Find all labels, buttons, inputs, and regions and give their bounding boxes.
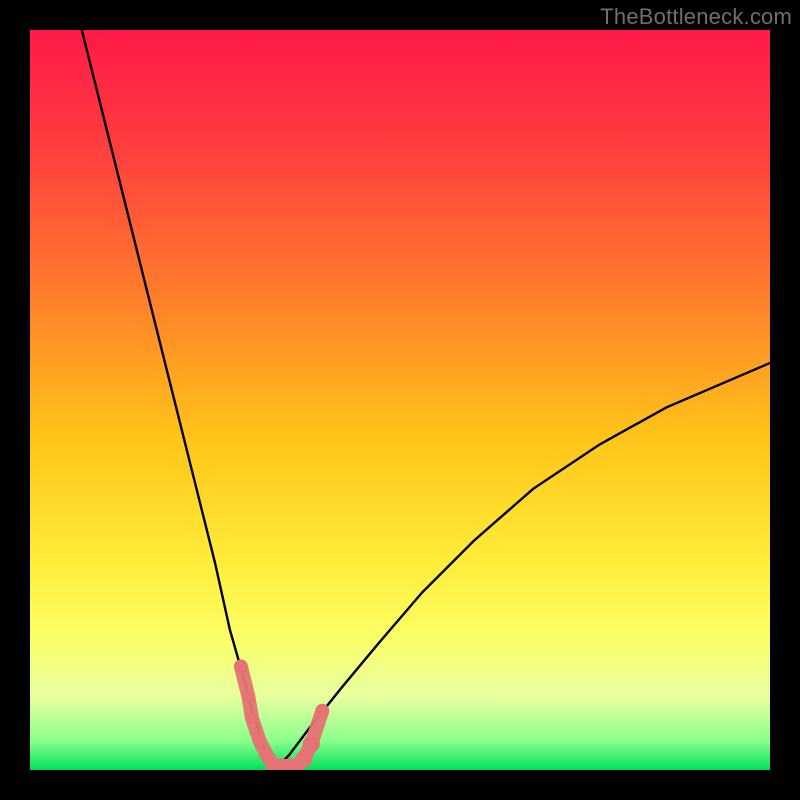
plot-area xyxy=(30,30,770,770)
gradient-background xyxy=(30,30,770,770)
chart-frame: TheBottleneck.com xyxy=(0,0,800,800)
marker-dot xyxy=(316,704,329,717)
marker-dot xyxy=(246,712,258,724)
marker-dot xyxy=(295,750,312,767)
marker-dot xyxy=(303,736,320,753)
chart-svg xyxy=(30,30,770,770)
marker-dot xyxy=(243,690,255,702)
watermark-text: TheBottleneck.com xyxy=(600,4,792,30)
marker-dot xyxy=(254,735,266,747)
marker-dot xyxy=(234,660,247,673)
